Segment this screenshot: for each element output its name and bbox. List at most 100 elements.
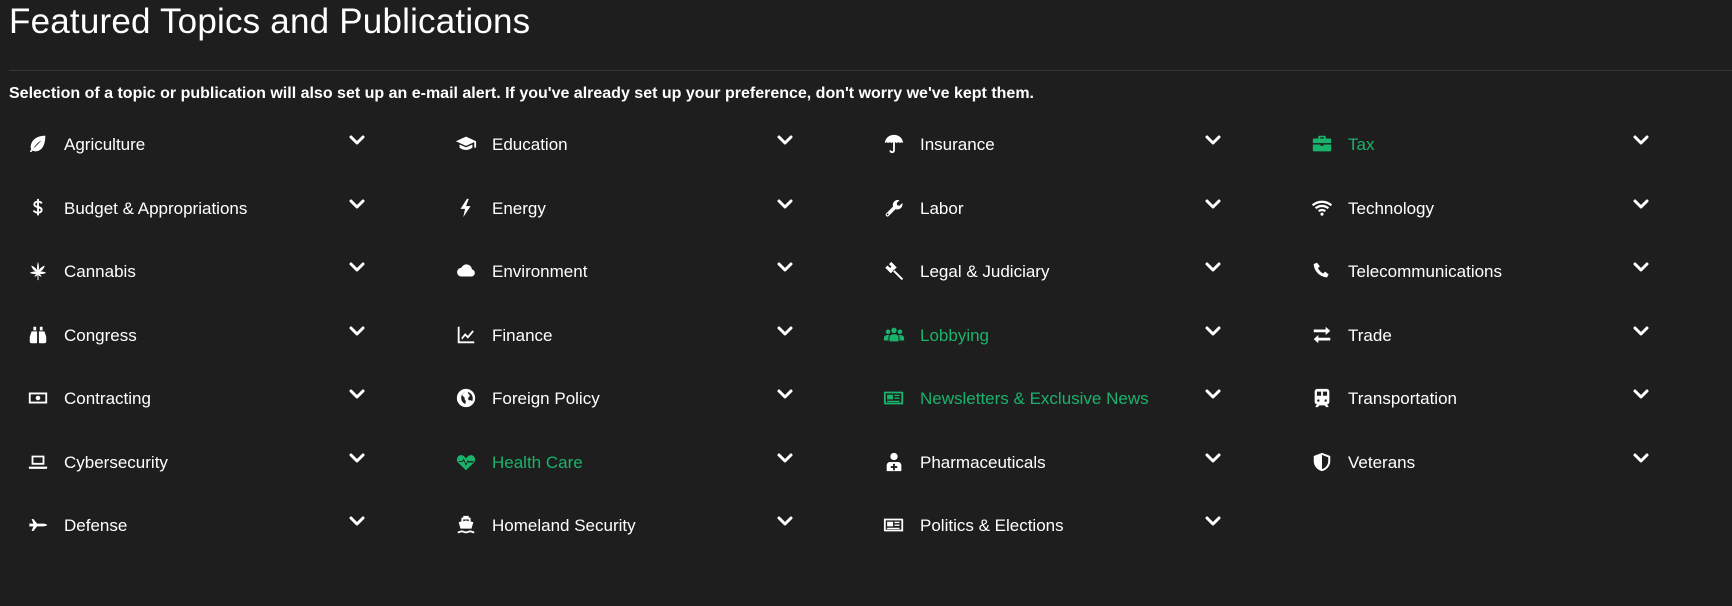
ship-icon [454,513,478,537]
topic-label: Congress [64,325,137,345]
chevron-down-icon[interactable] [348,132,366,148]
chevron-down-icon[interactable] [776,259,794,275]
bolt-icon [454,196,478,220]
topic-item-trade[interactable]: Trade [1310,315,1732,379]
fighter-jet-icon [26,513,50,537]
chevron-down-icon[interactable] [776,450,794,466]
money-bill-icon [26,386,50,410]
chevron-down-icon[interactable] [776,386,794,402]
topic-item-agriculture[interactable]: Agriculture [26,124,454,188]
topic-item-congress[interactable]: Congress [26,315,454,379]
topic-label: Cannabis [64,262,136,281]
topic-item-cybersecurity[interactable]: Cybersecurity [26,442,454,506]
topic-label: Tax [1348,135,1375,154]
chevron-down-icon[interactable] [1204,513,1222,529]
topic-item-health-care[interactable]: Health Care [454,442,882,506]
topic-label: Defense [64,516,128,535]
heartbeat-icon [454,450,478,474]
chevron-down-icon[interactable] [1632,132,1650,148]
newspaper-icon [882,386,906,410]
phone-icon [1310,259,1334,283]
chevron-down-icon[interactable] [776,132,794,148]
users-icon [882,323,906,347]
topic-item-labor[interactable]: Labor [882,188,1310,252]
gavel-icon [882,259,906,283]
topic-item-homeland-security[interactable]: Homeland Security [454,505,882,569]
page-subtitle: Selection of a topic or publication will… [9,85,1034,102]
topic-item-legal-and-judiciary[interactable]: Legal & Judiciary [882,251,1310,315]
topic-item-telecommunications[interactable]: Telecommunications [1310,251,1732,315]
chevron-down-icon[interactable] [348,386,366,402]
topic-item-pharmaceuticals[interactable]: Pharmaceuticals [882,442,1310,506]
chevron-down-icon[interactable] [348,513,366,529]
topic-item-transportation[interactable]: Transportation [1310,378,1732,442]
topic-item-energy[interactable]: Energy [454,188,882,252]
chevron-down-icon[interactable] [1632,323,1650,339]
topic-item-finance[interactable]: Finance [454,315,882,379]
cloud-icon [454,259,478,283]
header-divider [9,70,1732,71]
topic-label: Pharmaceuticals [920,452,1046,472]
chevron-down-icon[interactable] [1632,196,1650,212]
chevron-down-icon[interactable] [776,513,794,529]
topic-item-defense[interactable]: Defense [26,505,454,569]
topic-label: Energy [492,198,546,218]
topic-item-technology[interactable]: Technology [1310,188,1732,252]
topic-item-newsletters-and-exclusive-news[interactable]: Newsletters & Exclusive News [882,378,1310,442]
chevron-down-icon[interactable] [348,259,366,275]
briefcase-icon [1310,132,1334,156]
chevron-down-icon[interactable] [348,450,366,466]
topic-label: Budget & Appropriations [64,198,248,218]
chevron-down-icon[interactable] [776,323,794,339]
topic-item-foreign-policy[interactable]: Foreign Policy [454,378,882,442]
doctor-icon [882,450,906,474]
topic-item-environment[interactable]: Environment [454,251,882,315]
cannabis-leaf-icon [26,259,50,283]
topic-item-contracting[interactable]: Contracting [26,378,454,442]
topic-label: Environment [492,262,588,281]
topic-label: Veterans [1348,452,1416,472]
laptop-icon [26,450,50,474]
topic-label: Education [492,135,568,154]
train-icon [1310,386,1334,410]
topic-item-cannabis[interactable]: Cannabis [26,251,454,315]
topic-item-lobbying[interactable]: Lobbying [882,315,1310,379]
topic-label: Trade [1348,325,1392,345]
topic-label: Finance [492,325,553,345]
wifi-icon [1310,196,1334,220]
topic-label: Cybersecurity [64,452,168,472]
chevron-down-icon[interactable] [1204,196,1222,212]
dollar-icon [26,196,50,220]
topic-item-education[interactable]: Education [454,124,882,188]
line-chart-icon [454,323,478,347]
topic-label: Insurance [920,135,995,154]
chevron-down-icon[interactable] [1204,450,1222,466]
topic-label: Lobbying [920,325,990,345]
shield-icon [1310,450,1334,474]
topic-item-veterans[interactable]: Veterans [1310,442,1732,506]
chevron-down-icon[interactable] [1632,450,1650,466]
chevron-down-icon[interactable] [1204,386,1222,402]
umbrella-icon [882,132,906,156]
topic-label: Technology [1348,198,1435,218]
chevron-down-icon[interactable] [348,323,366,339]
topic-label: Homeland Security [492,516,636,535]
topic-grid: Agriculture Budget & Appropriations Cannab… [26,124,1732,569]
chevron-down-icon[interactable] [1204,132,1222,148]
chevron-down-icon[interactable] [1204,323,1222,339]
chevron-down-icon[interactable] [1632,259,1650,275]
page-title: Featured Topics and Publications [9,2,531,41]
topic-label: Labor [920,198,964,218]
topic-label: Newsletters & Exclusive News [920,389,1149,408]
topic-label: Foreign Policy [492,389,600,408]
topic-label: Politics & Elections [920,516,1064,535]
topic-item-tax[interactable]: Tax [1310,124,1732,188]
chevron-down-icon[interactable] [1632,386,1650,402]
topic-label: Health Care [492,452,583,472]
topic-item-budget-and-appropriations[interactable]: Budget & Appropriations [26,188,454,252]
chevron-down-icon[interactable] [776,196,794,212]
chevron-down-icon[interactable] [1204,259,1222,275]
chevron-down-icon[interactable] [348,196,366,212]
topic-item-politics-and-elections[interactable]: Politics & Elections [882,505,1310,569]
topic-item-insurance[interactable]: Insurance [882,124,1310,188]
